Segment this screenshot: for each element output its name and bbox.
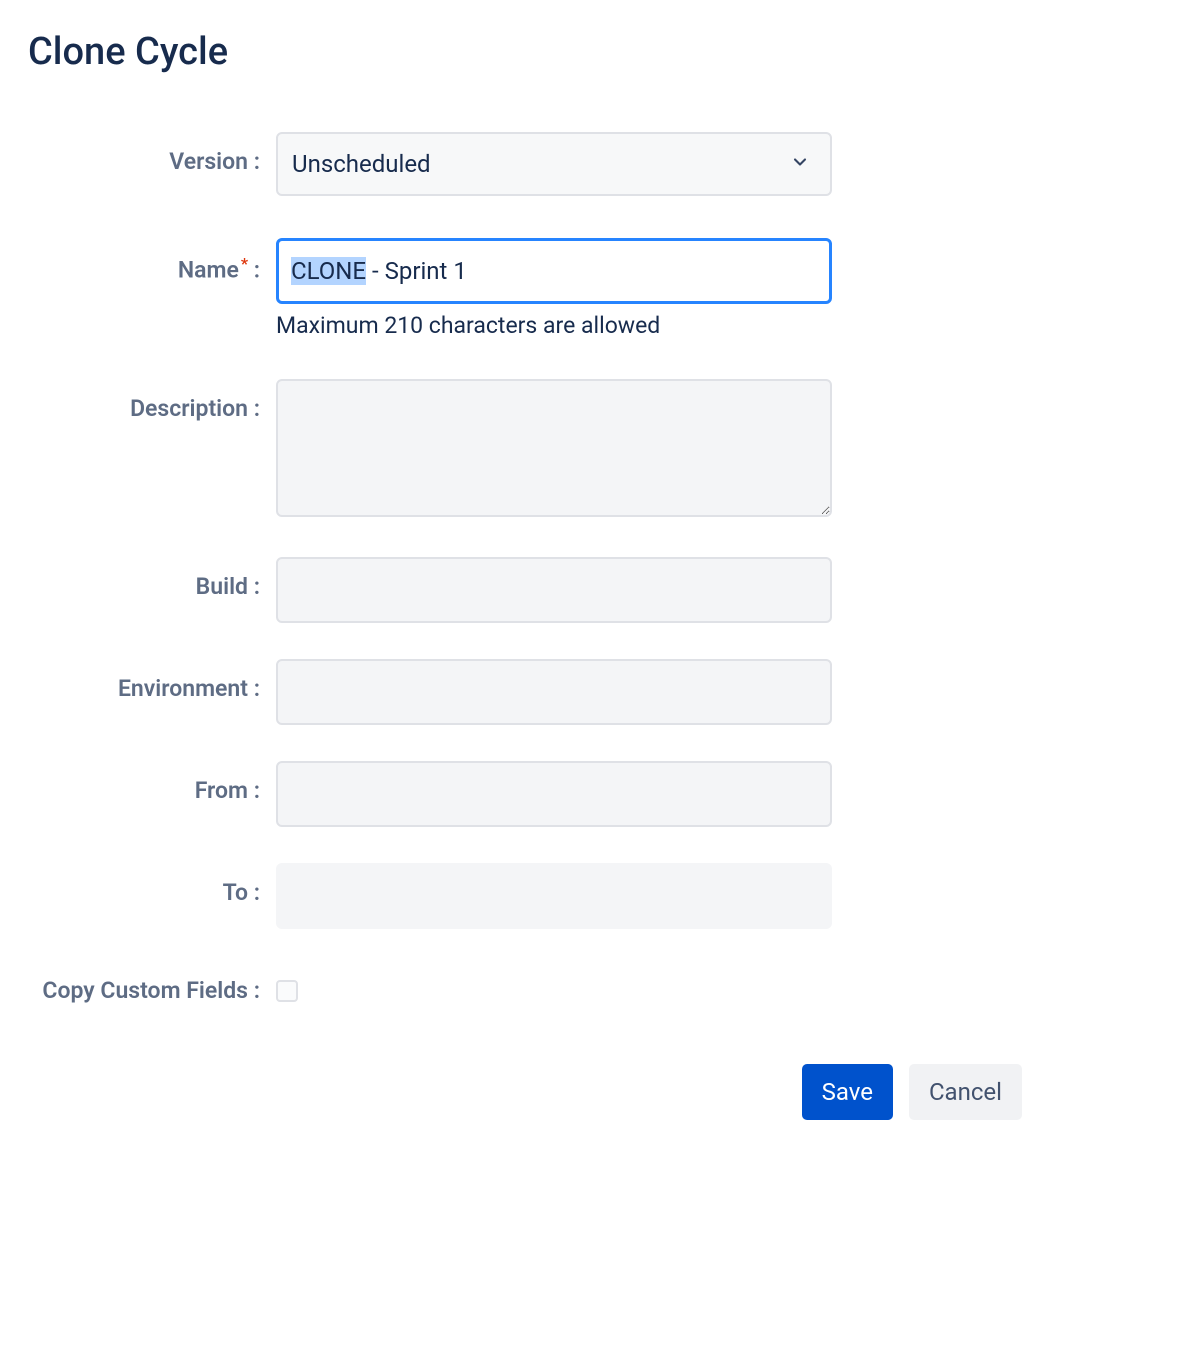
build-input[interactable] (276, 557, 832, 623)
environment-row: Environment : (28, 659, 1170, 725)
from-label: From : (28, 761, 276, 804)
description-input[interactable] (276, 379, 832, 517)
build-label: Build : (28, 557, 276, 600)
name-selected-text: CLONE (291, 257, 366, 285)
dialog-title: Clone Cycle (28, 30, 1170, 74)
name-label: Name* : (28, 238, 276, 284)
name-hint: Maximum 210 characters are allowed (276, 312, 832, 339)
name-input[interactable]: CLONE - Sprint 1 (276, 238, 832, 304)
version-select[interactable]: Unscheduled (276, 132, 832, 196)
name-hint-row: Maximum 210 characters are allowed (28, 312, 1170, 339)
name-rest-text: - Sprint 1 (366, 257, 467, 285)
to-label: To : (28, 863, 276, 906)
name-row: Name* : CLONE - Sprint 1 (28, 238, 1170, 304)
version-value: Unscheduled (292, 150, 431, 178)
button-row: Save Cancel (28, 1064, 1028, 1120)
description-row: Description : (28, 379, 1170, 521)
cancel-button[interactable]: Cancel (909, 1064, 1022, 1120)
copy-custom-fields-row: Copy Custom Fields : (28, 977, 1170, 1004)
environment-input[interactable] (276, 659, 832, 725)
environment-label: Environment : (28, 659, 276, 702)
version-row: Version : Unscheduled (28, 132, 1170, 196)
from-input[interactable] (276, 761, 832, 827)
to-input[interactable] (276, 863, 832, 929)
to-row: To : (28, 863, 1170, 929)
version-label: Version : (28, 132, 276, 175)
required-asterisk-icon: * (241, 254, 248, 273)
copy-custom-fields-checkbox[interactable] (276, 980, 298, 1002)
from-row: From : (28, 761, 1170, 827)
save-button[interactable]: Save (802, 1064, 893, 1120)
copy-custom-fields-label: Copy Custom Fields : (28, 977, 276, 1004)
build-row: Build : (28, 557, 1170, 623)
description-label: Description : (28, 379, 276, 422)
